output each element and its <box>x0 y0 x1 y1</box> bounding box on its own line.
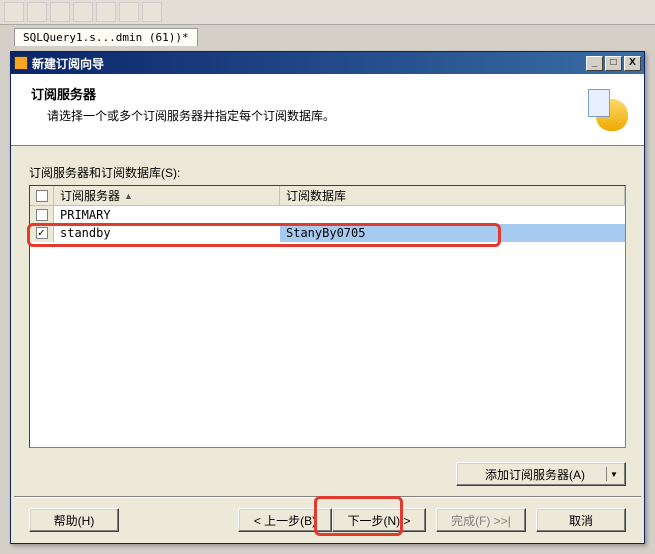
finish-button: 完成(F) >>| <box>436 508 526 532</box>
app-icon <box>14 56 28 70</box>
bg-tool <box>50 2 70 22</box>
bg-tool <box>96 2 116 22</box>
bg-tool <box>73 2 93 22</box>
cell-database[interactable]: StanyBy0705 <box>280 224 625 242</box>
add-subscription-server-button[interactable]: 添加订阅服务器(A) ▼ <box>456 462 626 486</box>
table-row[interactable]: PRIMARY <box>30 206 625 224</box>
help-button[interactable]: 帮助(H) <box>29 508 119 532</box>
wizard-window: 新建订阅向导 _ □ X 订阅服务器 请选择一个或多个订阅服务器并指定每个订阅数… <box>10 51 645 544</box>
header-checkbox-cell[interactable] <box>30 186 54 205</box>
background-toolbar <box>0 0 655 25</box>
window-title: 新建订阅向导 <box>32 55 586 72</box>
bg-tool <box>27 2 47 22</box>
column-header-database[interactable]: 订阅数据库 <box>280 186 625 205</box>
header-subtitle: 请选择一个或多个订阅服务器并指定每个订阅数据库。 <box>27 107 586 124</box>
cell-server: PRIMARY <box>54 206 280 224</box>
next-button[interactable]: 下一步(N) > <box>332 508 426 532</box>
table-label: 订阅服务器和订阅数据库(S): <box>29 164 626 181</box>
cell-server: standby <box>54 224 280 242</box>
titlebar: 新建订阅向导 _ □ X <box>11 52 644 74</box>
add-button-label: 添加订阅服务器(A) <box>485 466 585 483</box>
col-server-label: 订阅服务器 <box>60 187 120 204</box>
wizard-header: 订阅服务器 请选择一个或多个订阅服务器并指定每个订阅数据库。 <box>11 74 644 146</box>
row-checkbox[interactable]: ✓ <box>36 227 48 239</box>
bg-tool <box>4 2 24 22</box>
minimize-button[interactable]: _ <box>586 56 603 71</box>
dropdown-arrow-icon: ▼ <box>606 467 621 481</box>
col-db-label: 订阅数据库 <box>286 187 346 204</box>
wizard-footer: 帮助(H) < 上一步(B) 下一步(N) > 完成(F) >>| 取消 <box>11 498 644 542</box>
cell-database[interactable] <box>280 206 625 224</box>
row-checkbox[interactable] <box>36 209 48 221</box>
background-tab: SQLQuery1.s...dmin (61))* <box>14 28 198 46</box>
back-button[interactable]: < 上一步(B) <box>238 508 332 532</box>
table-row[interactable]: ✓ standby StanyBy0705 <box>30 224 625 242</box>
maximize-button[interactable]: □ <box>605 56 622 71</box>
bg-tool <box>119 2 139 22</box>
select-all-checkbox[interactable] <box>36 190 48 202</box>
sort-indicator-icon: ▲ <box>124 191 133 201</box>
column-header-server[interactable]: 订阅服务器 ▲ <box>54 186 280 205</box>
bg-tool <box>142 2 162 22</box>
close-button[interactable]: X <box>624 56 641 71</box>
cancel-button[interactable]: 取消 <box>536 508 626 532</box>
subscription-table: 订阅服务器 ▲ 订阅数据库 PRIMARY ✓ <box>29 185 626 448</box>
header-title: 订阅服务器 <box>27 84 586 103</box>
subscription-icon <box>586 89 628 131</box>
